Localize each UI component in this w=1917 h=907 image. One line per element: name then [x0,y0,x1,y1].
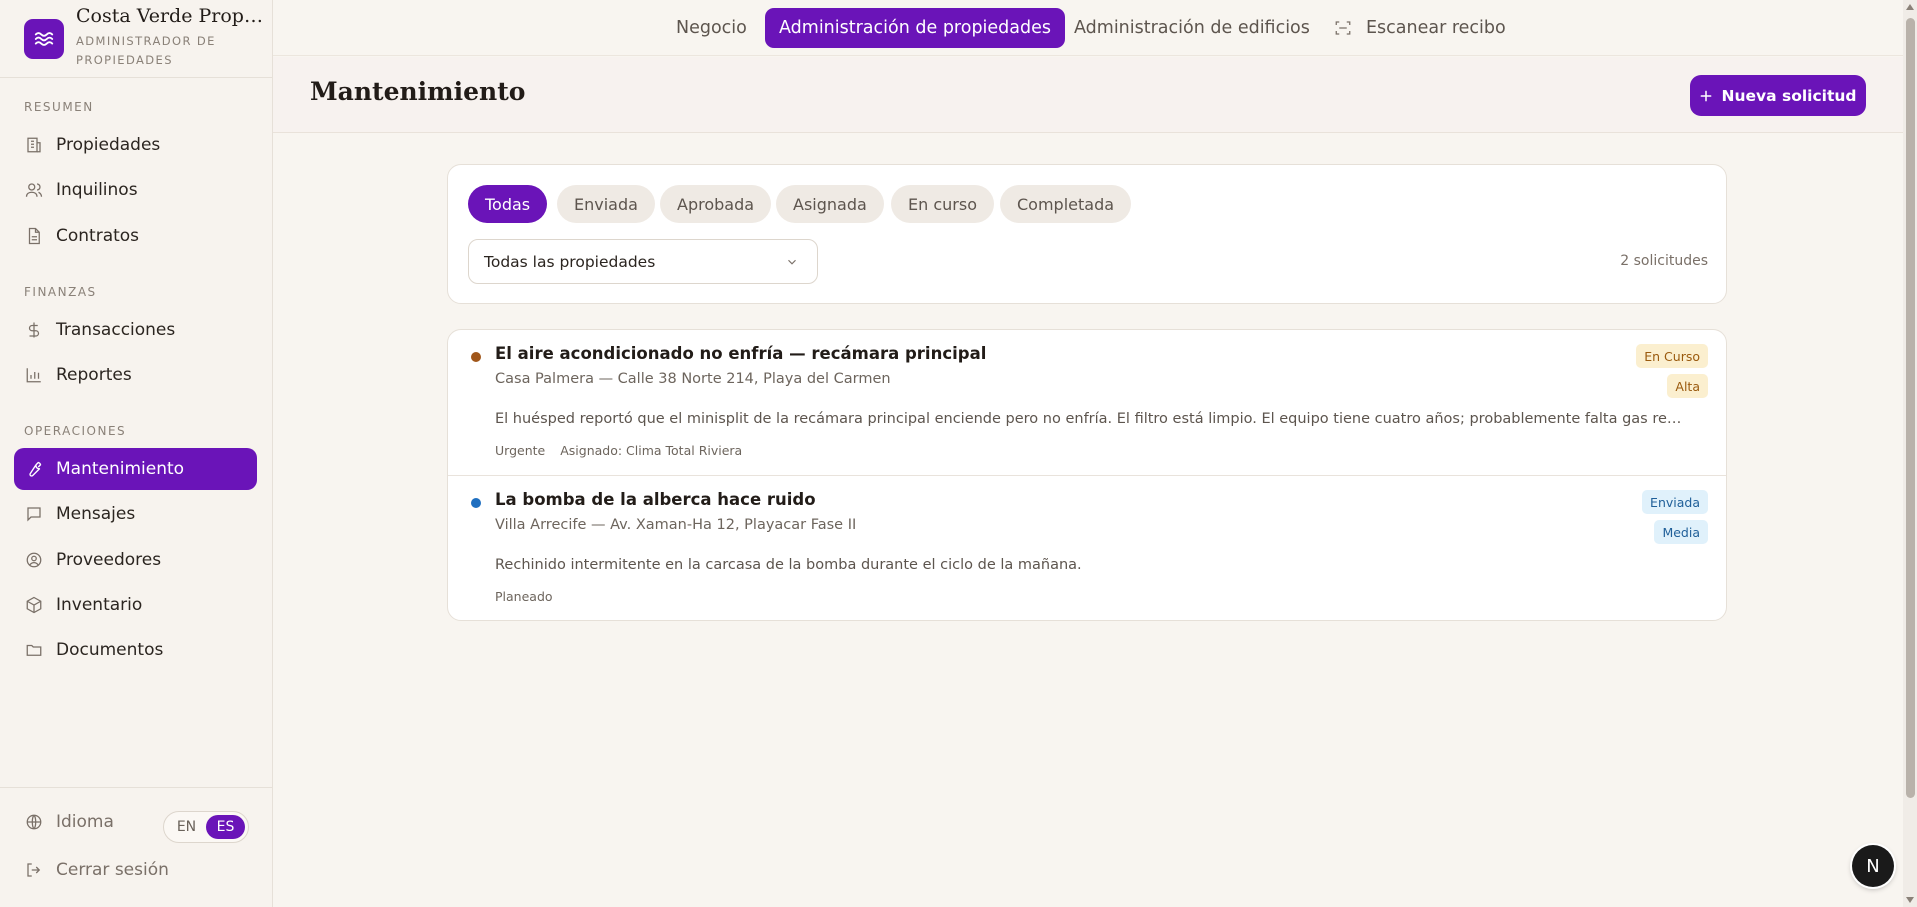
request-description: Rechinido intermitente en la carcasa de … [495,557,1082,573]
priority-badge: Alta [1667,374,1708,398]
request-list: El aire acondicionado no enfría — recáma… [447,329,1727,621]
sidebar-item-label: Transacciones [56,320,176,340]
folder-icon [24,640,44,660]
request-location: Casa Palmera — Calle 38 Norte 214, Playa… [495,371,891,387]
status-badge: Enviada [1642,490,1708,514]
request-meta: Urgente Asignado: Clima Total Riviera [495,443,742,458]
brand-name: Costa Verde Properties [76,5,266,27]
sidebar-item-propiedades[interactable]: Propiedades [14,124,257,166]
status-badge: En Curso [1636,344,1708,368]
page-title: Mantenimiento [310,77,526,106]
scroll-down-arrow-icon[interactable] [1906,897,1914,903]
document-icon [24,226,44,246]
request-title: El aire acondicionado no enfría — recáma… [495,344,987,363]
request-meta: Planeado [495,589,553,604]
building-icon [24,135,44,155]
request-location: Villa Arrecife — Av. Xaman-Ha 12, Playac… [495,517,857,533]
status-dot [471,498,481,508]
language-toggle[interactable]: EN ES [163,811,249,843]
language-option-en[interactable]: EN [167,815,206,839]
request-assignee: Asignado: Clima Total Riviera [560,443,743,458]
request-title: La bomba de la alberca hace ruido [495,490,816,509]
request-count: 2 solicitudes [1620,253,1708,269]
package-icon [24,595,44,615]
filter-chip-asignada[interactable]: Asignada [776,185,884,223]
bar-chart-icon [24,365,44,385]
sidebar-item-label: Mantenimiento [56,459,185,479]
sidebar-item-documentos[interactable]: Documentos [14,629,257,671]
sidebar-item-label: Proveedores [56,550,162,570]
sidebar-item-label: Inventario [56,595,143,615]
sidebar-item-label: Reportes [56,365,132,385]
filter-chip-aprobada[interactable]: Aprobada [660,185,772,223]
list-item[interactable]: El aire acondicionado no enfría — recáma… [448,330,1726,475]
sidebar-item-contratos[interactable]: Contratos [14,215,257,257]
sidebar-item-label: Propiedades [56,135,161,155]
section-label-resumen: RESUMEN [24,100,94,114]
dollar-icon [24,320,44,340]
scroll-up-arrow-icon[interactable] [1906,4,1914,10]
logout-icon [24,860,44,880]
request-urgency: Urgente [495,443,546,458]
scrollbar[interactable] [1903,0,1917,907]
sidebar-item-inventario[interactable]: Inventario [14,584,257,626]
tab-escanear-recibo[interactable]: Escanear recibo [1320,8,1520,48]
request-urgency: Planeado [495,589,553,604]
users-icon [24,180,44,200]
filter-chip-en-curso[interactable]: En curso [891,185,994,223]
brand: Costa Verde Properties Administrador de … [0,0,272,78]
filter-chip-todas[interactable]: Todas [468,185,548,223]
sidebar-item-label: Mensajes [56,504,136,524]
dev-tools-button[interactable]: N [1852,845,1894,887]
section-label-operaciones: OPERACIONES [24,424,127,438]
sidebar-footer [0,787,272,907]
user-circle-icon [24,550,44,570]
new-request-button[interactable]: Nueva solicitud [1690,75,1866,116]
new-request-label: Nueva solicitud [1721,86,1857,105]
filter-card: Todas Enviada Aprobada Asignada En curso… [447,164,1727,304]
priority-badge: Media [1654,520,1708,544]
status-dot [471,352,481,362]
sidebar-item-inquilinos[interactable]: Inquilinos [14,169,257,211]
page-header: Mantenimiento Nueva solicitud [273,57,1903,133]
sidebar-item-label: Contratos [56,226,140,246]
tab-negocio[interactable]: Negocio [662,8,761,48]
logout-label: Cerrar sesión [56,860,169,880]
sidebar-item-mantenimiento[interactable]: Mantenimiento [14,448,257,490]
language-option-es[interactable]: ES [206,815,245,839]
list-item[interactable]: La bomba de la alberca hace ruido Villa … [448,475,1726,620]
sidebar-item-label: Inquilinos [56,180,138,200]
sidebar-item-transacciones[interactable]: Transacciones [14,309,257,351]
plus-icon [1699,89,1713,103]
brand-subtitle: Administrador de propiedades [76,34,216,67]
chevron-down-icon [785,255,799,273]
language-row: Idioma [24,812,114,832]
sidebar: Costa Verde Properties Administrador de … [0,0,273,907]
sidebar-item-mensajes[interactable]: Mensajes [14,493,257,535]
message-icon [24,504,44,524]
logout-button[interactable]: Cerrar sesión [24,860,169,880]
sidebar-item-reportes[interactable]: Reportes [14,354,257,396]
property-select-value: Todas las propiedades [484,252,656,271]
wrench-icon [24,459,44,479]
globe-icon [24,812,44,832]
property-select[interactable]: Todas las propiedades [468,239,818,284]
top-nav: Negocio Administración de propiedades Ad… [273,0,1903,56]
language-label: Idioma [56,812,114,832]
tab-administracion-edificios[interactable]: Administración de edificios [1060,8,1324,48]
filter-chip-completada[interactable]: Completada [1000,185,1132,223]
request-description: El huésped reportó que el minisplit de l… [495,411,1685,427]
scrollbar-thumb[interactable] [1906,18,1915,798]
tab-label: Escanear recibo [1366,18,1506,38]
section-label-finanzas: FINANZAS [24,285,97,299]
sidebar-item-proveedores[interactable]: Proveedores [14,539,257,581]
waves-logo-icon[interactable] [24,19,64,59]
scan-icon [1334,19,1352,37]
sidebar-item-label: Documentos [56,640,164,660]
filter-chip-enviada[interactable]: Enviada [557,185,655,223]
tab-administracion-propiedades[interactable]: Administración de propiedades [765,8,1066,48]
